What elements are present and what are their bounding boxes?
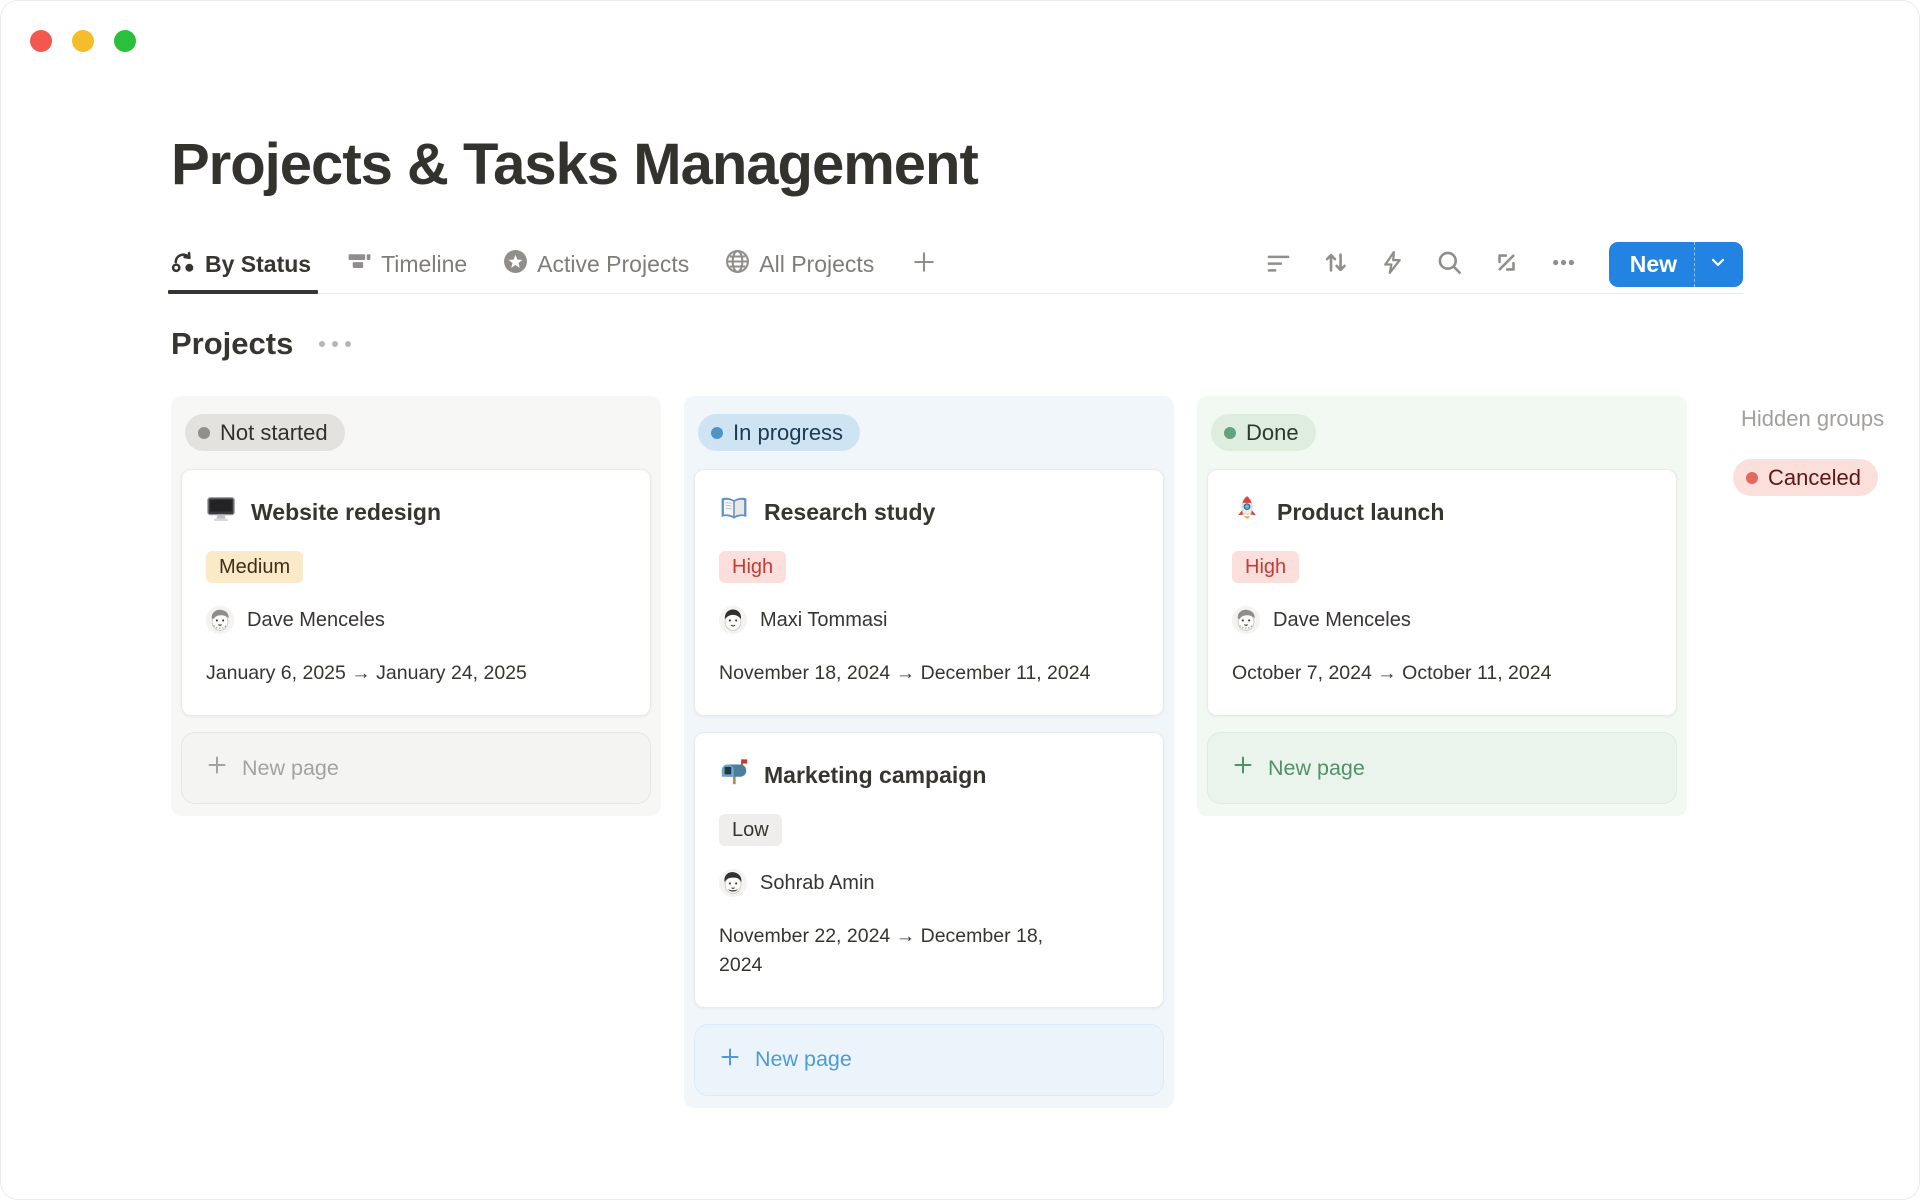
status-dot: [1224, 427, 1236, 439]
timeline-icon: [347, 249, 372, 280]
rocket-emoji: [1232, 494, 1262, 530]
open-book-emoji: [719, 494, 749, 530]
hidden-group-canceled[interactable]: Canceled: [1733, 459, 1878, 496]
search-button[interactable]: [1436, 249, 1463, 281]
desktop-computer-emoji: [206, 494, 236, 530]
automations-button[interactable]: [1379, 249, 1406, 281]
card-title-text: Research study: [764, 499, 935, 526]
plus-icon: [205, 753, 229, 783]
tab-label: Timeline: [381, 251, 467, 278]
new-page-label: New page: [755, 1047, 852, 1072]
view-tabs: By Status Timeline Active Project: [171, 236, 938, 293]
window-controls: [30, 30, 136, 52]
assignee-name: Maxi Tommasi: [760, 609, 887, 632]
filter-button[interactable]: [1265, 249, 1292, 281]
priority-badge: High: [719, 551, 786, 583]
card-title-text: Product launch: [1277, 499, 1444, 526]
card-marketing-campaign[interactable]: Marketing campaign Low Sohrab Amin: [694, 732, 1164, 1008]
column-done: Done Product launch H: [1197, 396, 1687, 816]
tab-timeline[interactable]: Timeline: [347, 236, 467, 293]
section-options-button[interactable]: [317, 335, 353, 353]
hidden-groups-panel: Hidden groups Canceled: [1731, 396, 1920, 496]
card-research-study[interactable]: Research study High Maxi Tommasi: [694, 469, 1164, 716]
section-title: Projects: [171, 326, 293, 362]
tab-label: By Status: [205, 251, 311, 278]
chevron-down-icon: [1708, 252, 1728, 277]
zoom-button[interactable]: [114, 30, 136, 52]
status-dot: [198, 427, 210, 439]
close-button[interactable]: [30, 30, 52, 52]
group-label: Done: [1246, 420, 1299, 446]
group-label: Not started: [220, 420, 328, 446]
more-options-button[interactable]: [1550, 249, 1577, 281]
column-in-progress: In progress Research study High: [684, 396, 1174, 1108]
status-dot: [711, 427, 723, 439]
priority-badge: Low: [719, 814, 782, 846]
group-label: Canceled: [1768, 465, 1861, 491]
date-range: November 22, 2024 → December 18, 2024: [719, 922, 1091, 979]
new-button[interactable]: New: [1609, 242, 1743, 287]
plus-icon: [910, 248, 938, 281]
plus-icon: [718, 1045, 742, 1075]
expand-icon: [1493, 249, 1520, 281]
card-title-text: Marketing campaign: [764, 762, 986, 789]
avatar: [1232, 606, 1260, 634]
tab-label: Active Projects: [537, 251, 689, 278]
status-icon: [171, 249, 196, 280]
column-not-started: Not started Website redesign Medium: [171, 396, 661, 816]
app-window: Projects & Tasks Management By Status: [0, 0, 1920, 1200]
view-tab-bar: By Status Timeline Active Project: [171, 236, 1743, 294]
expand-button[interactable]: [1493, 249, 1520, 281]
new-button-label: New: [1609, 251, 1694, 278]
status-dot: [1746, 472, 1758, 484]
page-content: Projects & Tasks Management By Status: [171, 1, 1920, 1108]
lightning-icon: [1379, 249, 1406, 281]
group-header-not-started[interactable]: Not started: [185, 414, 345, 451]
tab-all-projects[interactable]: All Projects: [725, 236, 874, 293]
new-page-label: New page: [1268, 756, 1365, 781]
page-title: Projects & Tasks Management: [171, 131, 1920, 198]
group-header-done[interactable]: Done: [1211, 414, 1316, 451]
date-range: October 7, 2024 → October 11, 2024: [1232, 659, 1652, 687]
group-label: In progress: [733, 420, 843, 446]
search-icon: [1436, 249, 1463, 281]
plus-icon: [1231, 753, 1255, 783]
add-view-button[interactable]: [910, 248, 938, 281]
new-page-button-done[interactable]: New page: [1207, 732, 1677, 804]
priority-badge: High: [1232, 551, 1299, 583]
new-dropdown-button[interactable]: [1695, 252, 1743, 277]
new-page-label: New page: [242, 756, 339, 781]
kanban-board: Not started Website redesign Medium: [171, 396, 1920, 1108]
globe-icon: [725, 249, 750, 280]
sort-icon: [1322, 249, 1349, 281]
minimize-button[interactable]: [72, 30, 94, 52]
assignee-name: Sohrab Amin: [760, 872, 875, 895]
avatar: [719, 606, 747, 634]
date-range: November 18, 2024 → December 11, 2024: [719, 659, 1139, 687]
avatar: [719, 869, 747, 897]
hidden-groups-label: Hidden groups: [1741, 406, 1920, 432]
tab-active-projects[interactable]: Active Projects: [503, 236, 689, 293]
new-page-button-in-progress[interactable]: New page: [694, 1024, 1164, 1096]
avatar: [206, 606, 234, 634]
more-icon: [1550, 249, 1577, 281]
tab-by-status[interactable]: By Status: [171, 236, 311, 293]
tab-label: All Projects: [759, 251, 874, 278]
assignee-name: Dave Menceles: [247, 609, 385, 632]
mailbox-emoji: [719, 757, 749, 793]
group-header-in-progress[interactable]: In progress: [698, 414, 860, 451]
new-page-button-not-started[interactable]: New page: [181, 732, 651, 804]
date-range: January 6, 2025 → January 24, 2025: [206, 659, 626, 687]
board-section-header: Projects: [171, 326, 1920, 362]
assignee-name: Dave Menceles: [1273, 609, 1411, 632]
card-title-text: Website redesign: [251, 499, 441, 526]
card-website-redesign[interactable]: Website redesign Medium Dave Menceles: [181, 469, 651, 716]
view-controls: New: [1265, 242, 1743, 287]
star-circle-icon: [503, 249, 528, 280]
card-product-launch[interactable]: Product launch High Dave Menceles: [1207, 469, 1677, 716]
filter-icon: [1265, 249, 1292, 281]
sort-button[interactable]: [1322, 249, 1349, 281]
priority-badge: Medium: [206, 551, 303, 583]
